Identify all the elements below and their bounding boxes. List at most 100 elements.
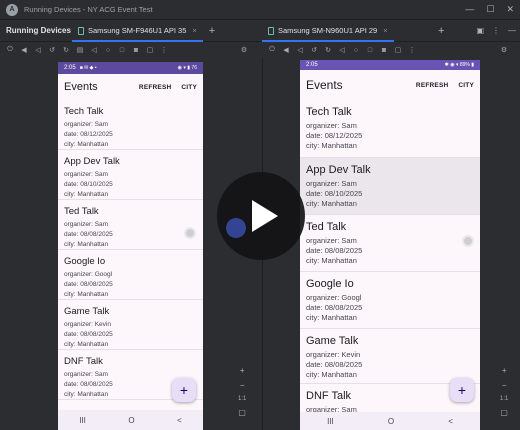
power-icon[interactable]: ⏻: [268, 46, 276, 54]
layout-icon[interactable]: ▣: [476, 26, 484, 35]
device-icon: [78, 26, 84, 35]
event-organizer: organizer: Sam: [64, 221, 109, 228]
android-studio-icon: A: [6, 3, 18, 16]
device-icon: [268, 26, 274, 35]
settings-icon[interactable]: ⚙: [240, 46, 248, 54]
notification-icons: ■ ✉ ◆ •: [79, 65, 97, 71]
back-nav-icon[interactable]: <: [448, 417, 453, 426]
event-card[interactable]: Game Talk organizer: Kevin date: 08/08/2…: [58, 300, 203, 350]
event-name: DNF Talk: [306, 390, 352, 402]
event-card[interactable]: Tech Talk organizer: Sam date: 08/12/202…: [58, 100, 203, 150]
event-organizer: organizer: Kevin: [306, 350, 361, 359]
city-button[interactable]: CITY: [181, 84, 197, 91]
left-device-screen[interactable]: 2:05 ■ ✉ ◆ • ◉ ▾ ▮ 76 Events REFRESH CIT…: [58, 62, 203, 430]
video-play-button[interactable]: [217, 172, 305, 260]
event-name: Game Talk: [64, 306, 110, 317]
hide-icon[interactable]: —: [508, 26, 516, 35]
back-icon[interactable]: ◁: [338, 46, 346, 54]
tab-device-1[interactable]: Samsung SM-F946U1 API 35 ×: [72, 20, 203, 42]
event-date: date: 08/12/2025: [306, 131, 363, 140]
event-name: App Dev Talk: [64, 156, 120, 167]
refresh-button[interactable]: REFRESH: [139, 84, 171, 91]
left-device-toolbar-end: ⚙: [240, 42, 248, 58]
add-tab-button[interactable]: +: [209, 25, 215, 37]
event-name: Google Io: [306, 278, 354, 290]
event-city: city: Manhattan: [306, 199, 357, 208]
record-icon[interactable]: ▢: [394, 46, 402, 54]
fold-icon[interactable]: ▤: [76, 46, 84, 54]
screenshot-icon[interactable]: ◙: [380, 46, 388, 54]
event-card[interactable]: Google Io organizer: Googl date: 08/08/2…: [58, 250, 203, 300]
event-name: Tech Talk: [64, 106, 104, 117]
maximize-icon[interactable]: ☐: [486, 4, 494, 15]
close-window-icon[interactable]: ✕: [506, 4, 514, 15]
event-name: Ted Talk: [64, 206, 99, 217]
event-name: Google Io: [64, 256, 106, 267]
event-date: date: 08/10/2025: [306, 189, 363, 198]
event-card[interactable]: App Dev Talk organizer: Sam date: 08/10/…: [58, 150, 203, 200]
back-icon[interactable]: ◁: [90, 46, 98, 54]
fit-screen-icon[interactable]: ▢: [500, 408, 508, 417]
power-icon[interactable]: ⏻: [6, 46, 14, 54]
event-organizer: organizer: Sam: [64, 121, 109, 128]
record-icon[interactable]: ▢: [146, 46, 154, 54]
volume-up-icon[interactable]: ◀: [20, 46, 28, 54]
home-nav-icon[interactable]: O: [388, 417, 394, 426]
volume-up-icon[interactable]: ◀: [282, 46, 290, 54]
overview-icon[interactable]: □: [118, 46, 126, 54]
more-options-icon[interactable]: ⋮: [408, 46, 416, 54]
home-icon[interactable]: ○: [104, 46, 112, 54]
event-name: DNF Talk: [64, 356, 103, 367]
recents-nav-icon[interactable]: III: [79, 416, 86, 425]
more-options-icon[interactable]: ⋮: [160, 46, 168, 54]
rotate-left-icon[interactable]: ↺: [48, 46, 56, 54]
volume-down-icon[interactable]: ◁: [296, 46, 304, 54]
right-device-screen[interactable]: 2:05 ✱ ◉ ▾ 89% ▮ Events REFRESH CITY Tec…: [300, 60, 480, 430]
add-event-button[interactable]: +: [172, 378, 196, 402]
zoom-out-button[interactable]: −: [240, 381, 245, 390]
close-tab-icon[interactable]: ×: [192, 26, 196, 35]
event-card[interactable]: Ted Talk organizer: Sam date: 08/08/2025…: [300, 215, 480, 272]
volume-down-icon[interactable]: ◁: [34, 46, 42, 54]
status-bar: 2:05 ■ ✉ ◆ • ◉ ▾ ▮ 76: [58, 62, 203, 74]
city-button[interactable]: CITY: [458, 82, 474, 89]
event-card[interactable]: Tech Talk organizer: Sam date: 08/12/202…: [300, 100, 480, 158]
screenshot-icon[interactable]: ◙: [132, 46, 140, 54]
home-nav-icon[interactable]: O: [128, 416, 134, 425]
close-tab-icon[interactable]: ×: [383, 26, 387, 35]
minimize-icon[interactable]: —: [465, 4, 474, 15]
back-nav-icon[interactable]: <: [177, 416, 182, 425]
fit-screen-icon[interactable]: ▢: [238, 408, 246, 417]
event-date: date: 08/08/2025: [306, 246, 363, 255]
more-icon[interactable]: ⋮: [492, 26, 500, 35]
event-card[interactable]: Ted Talk organizer: Sam date: 08/08/2025…: [58, 200, 203, 250]
tab-device-2[interactable]: Samsung SM-N960U1 API 29 ×: [262, 20, 394, 42]
home-icon[interactable]: ○: [352, 46, 360, 54]
zoom-reset-button[interactable]: 1:1: [500, 396, 508, 402]
scroll-handle[interactable]: [462, 235, 474, 247]
add-event-button[interactable]: +: [450, 378, 474, 402]
event-card[interactable]: Google Io organizer: Googl date: 08/08/2…: [300, 272, 480, 329]
zoom-reset-button[interactable]: 1:1: [238, 396, 246, 402]
zoom-in-button[interactable]: +: [240, 366, 245, 375]
rotate-left-icon[interactable]: ↺: [310, 46, 318, 54]
panel-title: Running Devices: [6, 26, 71, 35]
rotate-right-icon[interactable]: ↻: [324, 46, 332, 54]
event-date: date: 08/08/2025: [64, 331, 113, 338]
add-tab-button[interactable]: +: [438, 25, 444, 37]
refresh-button[interactable]: REFRESH: [416, 82, 448, 89]
settings-icon[interactable]: ⚙: [500, 46, 508, 54]
event-organizer: organizer: Googl: [64, 271, 113, 278]
rotate-right-icon[interactable]: ↻: [62, 46, 70, 54]
system-nav-bar: III O <: [58, 410, 203, 430]
scroll-handle[interactable]: [184, 227, 196, 239]
event-card[interactable]: Game Talk organizer: Kevin date: 08/08/2…: [300, 329, 480, 384]
recents-nav-icon[interactable]: III: [327, 417, 334, 426]
event-city: city: Manhattan: [64, 141, 109, 148]
app-bar: Events REFRESH CITY: [300, 70, 480, 100]
zoom-in-button[interactable]: +: [502, 366, 507, 375]
overview-icon[interactable]: □: [366, 46, 374, 54]
zoom-out-button[interactable]: −: [502, 381, 507, 390]
status-time: 2:05: [306, 62, 318, 68]
event-card-highlighted[interactable]: App Dev Talk organizer: Sam date: 08/10/…: [300, 158, 480, 215]
